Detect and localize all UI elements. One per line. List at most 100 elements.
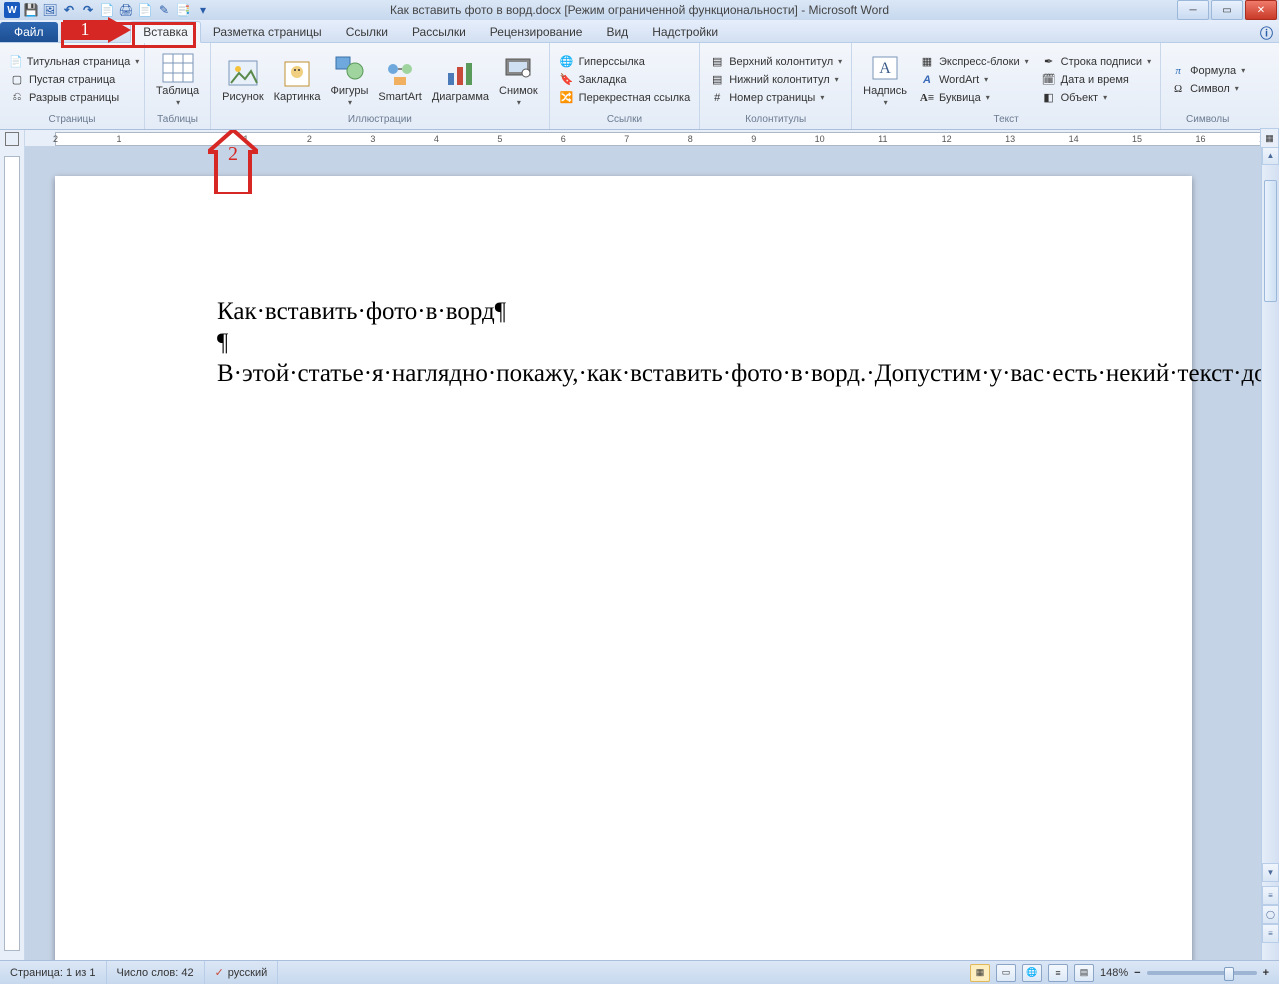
group-pages-label: Страницы xyxy=(6,114,138,127)
browse-object-button[interactable]: ◯ xyxy=(1262,905,1279,924)
qat-icon[interactable]: 📄 xyxy=(99,2,115,18)
hyperlink-label: Гиперссылка xyxy=(579,56,645,68)
wordart-button[interactable]: AWordArt▾ xyxy=(916,71,1032,89)
hyperlink-button[interactable]: 🌐 Гиперссылка xyxy=(556,53,694,71)
smartart-label: SmartArt xyxy=(378,92,421,103)
fullscreen-view-button[interactable]: ▭ xyxy=(996,964,1016,982)
clipart-button[interactable]: Картинка xyxy=(269,54,326,106)
quickparts-icon: ▦ xyxy=(919,54,935,70)
zoom-out-button[interactable]: − xyxy=(1134,967,1140,979)
footer-button[interactable]: ▤Нижний колонтитул▾ xyxy=(706,71,845,89)
scroll-thumb[interactable] xyxy=(1264,180,1277,302)
help-icon[interactable]: ⓘ xyxy=(1260,23,1273,42)
object-button[interactable]: ◧Объект▾ xyxy=(1038,89,1154,107)
ruler-tick: 3 xyxy=(370,134,375,144)
qat-icon[interactable]: 📄 xyxy=(137,2,153,18)
ruler-tick: 11 xyxy=(878,134,887,144)
document-content[interactable]: Как·вставить·фото·в·ворд¶ ¶ В·этой·стать… xyxy=(217,296,1102,389)
print-layout-view-button[interactable]: ▦ xyxy=(970,964,990,982)
vertical-ruler[interactable] xyxy=(0,146,25,961)
vertical-scrollbar[interactable]: ▲ ▼ ≡ ◯ ≡ xyxy=(1261,146,1279,961)
symbol-icon: Ω xyxy=(1170,81,1186,97)
ruler-tick: 16 xyxy=(1196,134,1206,144)
symbol-label: Символ xyxy=(1190,83,1230,95)
equation-icon: π xyxy=(1170,63,1186,79)
qat-icon[interactable]: 🖼 xyxy=(42,2,58,18)
signature-icon: ✒ xyxy=(1041,54,1057,70)
svg-text:1: 1 xyxy=(81,19,90,39)
quickparts-button[interactable]: ▦Экспресс-блоки▾ xyxy=(916,53,1032,71)
tab-review[interactable]: Рецензирование xyxy=(478,22,595,42)
clipart-label: Картинка xyxy=(274,92,321,103)
datetime-button[interactable]: 🗓Дата и время xyxy=(1038,71,1154,89)
file-tab[interactable]: Файл xyxy=(0,22,58,42)
status-language[interactable]: ✓русский xyxy=(205,961,279,984)
cover-page-button[interactable]: 📄Титульная страница▾ xyxy=(6,53,138,71)
redo-icon[interactable]: ↷ xyxy=(80,2,96,18)
scroll-down-button[interactable]: ▼ xyxy=(1262,863,1279,882)
minimize-button[interactable]: ─ xyxy=(1177,0,1209,20)
group-illustrations-label: Иллюстрации xyxy=(217,114,543,127)
print-icon[interactable]: 🖨 xyxy=(118,2,134,18)
equation-label: Формула xyxy=(1190,65,1236,77)
zoom-level[interactable]: 148% xyxy=(1100,967,1128,979)
symbol-button[interactable]: ΩСимвол▾ xyxy=(1167,80,1248,98)
dropcap-label: Буквица xyxy=(939,92,981,104)
clipart-icon xyxy=(281,57,313,91)
ruler-tick: 15 xyxy=(1132,134,1142,144)
signature-line-button[interactable]: ✒Строка подписи▾ xyxy=(1038,53,1154,71)
zoom-slider[interactable] xyxy=(1147,971,1257,975)
tab-addins[interactable]: Надстройки xyxy=(640,22,730,42)
web-view-button[interactable]: 🌐 xyxy=(1022,964,1042,982)
equation-button[interactable]: πФормула▾ xyxy=(1167,62,1248,80)
ruler-tick: 5 xyxy=(497,134,502,144)
chart-button[interactable]: Диаграмма xyxy=(427,54,494,106)
table-label: Таблица xyxy=(156,85,199,97)
hyperlink-icon: 🌐 xyxy=(559,54,575,70)
zoom-slider-handle[interactable] xyxy=(1224,967,1234,981)
tab-references[interactable]: Ссылки xyxy=(334,22,400,42)
next-page-button[interactable]: ≡ xyxy=(1262,924,1279,943)
prev-page-button[interactable]: ≡ xyxy=(1262,886,1279,905)
tab-page-layout[interactable]: Разметка страницы xyxy=(201,22,334,42)
ruler-tick: 13 xyxy=(1005,134,1015,144)
blank-page-button[interactable]: ▢Пустая страница xyxy=(6,71,138,89)
crossref-button[interactable]: 🔀Перекрестная ссылка xyxy=(556,89,694,107)
tab-view[interactable]: Вид xyxy=(594,22,640,42)
dropcap-button[interactable]: A≡Буквица▾ xyxy=(916,89,1032,107)
scroll-up-button[interactable]: ▲ xyxy=(1262,146,1279,165)
qat-customize-icon[interactable]: ▾ xyxy=(195,2,211,18)
doc-title-line: Как·вставить·фото·в·ворд¶ xyxy=(217,296,1102,327)
blank-page-icon: ▢ xyxy=(9,72,25,88)
close-button[interactable]: ✕ xyxy=(1245,0,1277,20)
cover-page-label: Титульная страница xyxy=(27,56,131,68)
picture-button[interactable]: Рисунок xyxy=(217,54,269,106)
bookmark-button[interactable]: 🔖Закладка xyxy=(556,71,694,89)
ruler-tick: 2 xyxy=(53,134,58,144)
screenshot-button[interactable]: Снимок▾ xyxy=(494,48,543,111)
maximize-button[interactable]: ▭ xyxy=(1211,0,1243,20)
page-number-button[interactable]: #Номер страницы▾ xyxy=(706,89,845,107)
status-word-count[interactable]: Число слов: 42 xyxy=(107,961,205,984)
ruler-tick: 7 xyxy=(624,134,629,144)
draft-view-button[interactable]: ▤ xyxy=(1074,964,1094,982)
status-page[interactable]: Страница: 1 из 1 xyxy=(0,961,107,984)
tab-mailings[interactable]: Рассылки xyxy=(400,22,478,42)
group-symbols-label: Символы xyxy=(1167,114,1248,127)
smartart-button[interactable]: SmartArt xyxy=(373,54,426,106)
footer-icon: ▤ xyxy=(709,72,725,88)
ruler-tick: 4 xyxy=(434,134,439,144)
table-button[interactable]: Таблица▾ xyxy=(151,48,204,111)
zoom-in-button[interactable]: + xyxy=(1263,967,1269,979)
page-break-button[interactable]: ⎌Разрыв страницы xyxy=(6,89,138,107)
shapes-button[interactable]: Фигуры▾ xyxy=(325,48,373,111)
qat-icon[interactable]: ✎ xyxy=(156,2,172,18)
ruler-toggle-button[interactable]: ▦ xyxy=(1260,128,1279,148)
spellcheck-icon: ✓ xyxy=(215,966,224,979)
undo-icon[interactable]: ↶ xyxy=(61,2,77,18)
outline-view-button[interactable]: ≡ xyxy=(1048,964,1068,982)
textbox-button[interactable]: A Надпись▾ xyxy=(858,48,912,111)
save-icon[interactable]: 💾 xyxy=(23,2,39,18)
qat-icon[interactable]: 📑 xyxy=(175,2,191,18)
header-button[interactable]: ▤Верхний колонтитул▾ xyxy=(706,53,845,71)
